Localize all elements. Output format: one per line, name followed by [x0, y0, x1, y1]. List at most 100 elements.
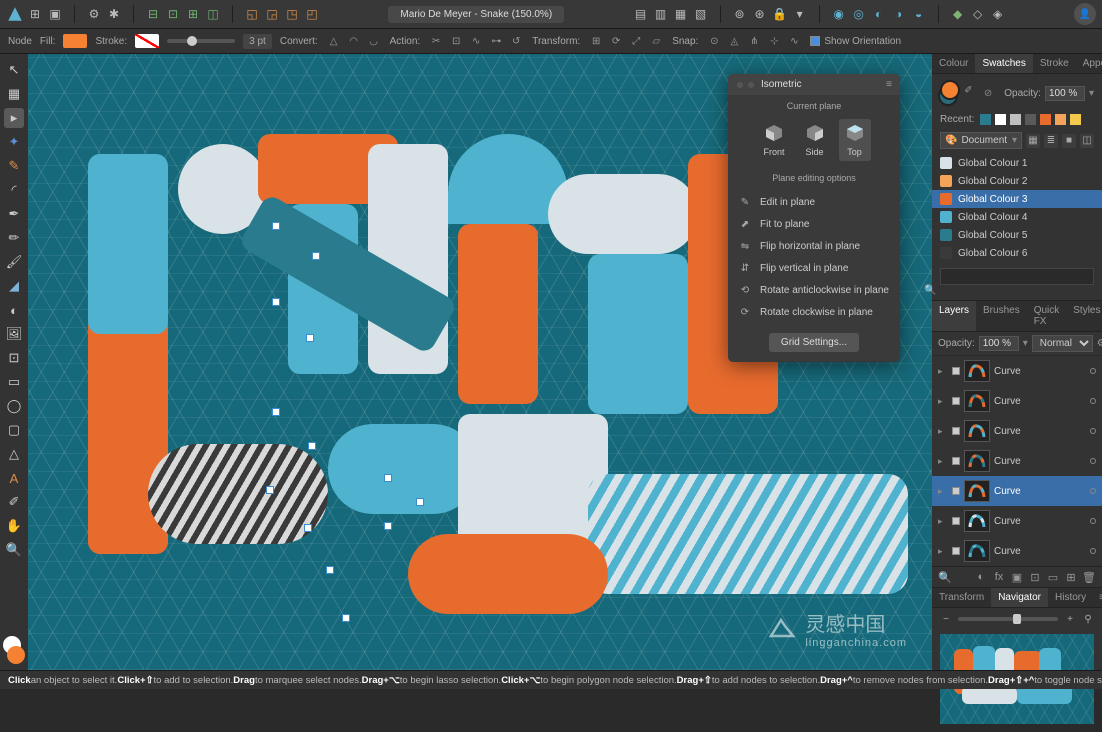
layer-tag-dot[interactable]	[1090, 548, 1096, 554]
bool-add-icon[interactable]: ◉	[830, 5, 848, 23]
mask-icon[interactable]: ▣	[1010, 570, 1024, 584]
snap-align-icon[interactable]: ⊹	[766, 33, 782, 49]
point-transform-tool-icon[interactable]: ✦	[4, 132, 24, 152]
transform-rotate-icon[interactable]: ⟳	[608, 33, 624, 49]
pen-tool-icon[interactable]: ✒	[4, 204, 24, 224]
place-image-tool-icon[interactable]: 🖼	[4, 324, 24, 344]
action-close-icon[interactable]: ⊡	[448, 33, 464, 49]
swatch-fg-bg[interactable]	[940, 80, 958, 106]
swatch-document-select[interactable]: 🎨 Document ▾	[940, 132, 1022, 149]
snap-opts-icon[interactable]: ⊛	[751, 5, 769, 23]
zoom-slider[interactable]	[958, 617, 1058, 621]
layer-opacity-input[interactable]	[979, 336, 1019, 351]
snap-toggle-icon[interactable]: ⊚	[731, 5, 749, 23]
layer-row[interactable]: ▸ Curve	[932, 446, 1102, 476]
layer-row[interactable]: ▸ Curve	[932, 536, 1102, 566]
pencil-tool-icon[interactable]: ✏	[4, 228, 24, 248]
stroke-width-slider[interactable]	[167, 39, 235, 43]
gear-small-icon[interactable]: ⚙	[1097, 338, 1102, 350]
plane-front-button[interactable]: Front	[757, 119, 790, 161]
action-smooth-icon[interactable]: ∿	[468, 33, 484, 49]
visibility-checkbox[interactable]	[952, 427, 960, 435]
tab-styles[interactable]: Styles	[1066, 301, 1102, 331]
align-right-icon[interactable]: ▦	[672, 5, 690, 23]
action-break-icon[interactable]: ✂	[428, 33, 444, 49]
swatch-view-list-icon[interactable]: ≣	[1044, 134, 1058, 148]
expand-icon[interactable]: ▸	[938, 516, 948, 527]
triangle-tool-icon[interactable]: △	[4, 444, 24, 464]
transform-skew-icon[interactable]: ▱	[648, 33, 664, 49]
layer-tag-dot[interactable]	[1090, 368, 1096, 374]
global-colour-row[interactable]: Global Colour 6	[932, 244, 1102, 262]
artboard-tool-icon[interactable]: ▦	[4, 84, 24, 104]
iso-fit-to-plane[interactable]: ⬈Fit to plane	[728, 213, 900, 235]
collapse-dot-icon[interactable]	[747, 81, 755, 89]
visibility-checkbox[interactable]	[952, 457, 960, 465]
insert-target-icon[interactable]: ◆	[949, 5, 967, 23]
align-h3-icon[interactable]: ⊞	[184, 5, 202, 23]
distribute-icon[interactable]: ▧	[692, 5, 710, 23]
rounded-rect-tool-icon[interactable]: ▢	[4, 420, 24, 440]
opacity-dropdown-icon[interactable]: ▾	[1089, 88, 1094, 99]
swatch-search-input[interactable]	[940, 268, 1094, 285]
convert-sharp-icon[interactable]: △	[326, 33, 342, 49]
tab-navigator[interactable]: Navigator	[991, 588, 1048, 607]
recent-swatch[interactable]	[1025, 114, 1036, 125]
align-left-icon[interactable]: ▤	[632, 5, 650, 23]
visibility-checkbox[interactable]	[952, 517, 960, 525]
iso-panel-menu-icon[interactable]: ≡	[886, 79, 892, 90]
zoom-options-icon[interactable]: ⚲	[1082, 613, 1094, 625]
layer-row[interactable]: ▸ Curve	[932, 356, 1102, 386]
swatch-add-icon[interactable]: ■	[1062, 134, 1076, 148]
show-orientation-checkbox[interactable]: Show Orientation	[810, 36, 901, 47]
bool-div-icon[interactable]: ◒	[910, 5, 928, 23]
prefs-icon[interactable]: ✱	[105, 5, 123, 23]
hand-tool-icon[interactable]: ✋	[4, 516, 24, 536]
visibility-checkbox[interactable]	[952, 487, 960, 495]
snap-handles-icon[interactable]: ⋔	[746, 33, 762, 49]
close-dot-icon[interactable]	[736, 81, 744, 89]
recent-swatch[interactable]	[1010, 114, 1021, 125]
zoom-in-icon[interactable]: +	[1064, 613, 1076, 625]
tab-history[interactable]: History	[1048, 588, 1093, 607]
visibility-checkbox[interactable]	[952, 367, 960, 375]
tab-appearance[interactable]: Appearance	[1076, 54, 1102, 73]
layer-search-icon[interactable]: 🔍	[938, 570, 952, 584]
convert-smooth-icon[interactable]: ◠	[346, 33, 362, 49]
blend-mode-select[interactable]: Normal	[1032, 335, 1093, 352]
none-swatch-icon[interactable]: ⊘	[984, 88, 992, 99]
expand-icon[interactable]: ▸	[938, 426, 948, 437]
tab-swatches[interactable]: Swatches	[975, 54, 1032, 73]
add-layer-icon[interactable]: ⊞	[1064, 570, 1078, 584]
iso-edit-in-plane[interactable]: ✎Edit in plane	[728, 191, 900, 213]
tab-transform[interactable]: Transform	[932, 588, 991, 607]
align-h4-icon[interactable]: ◫	[204, 5, 222, 23]
swatch-options-icon[interactable]: ◫	[1080, 134, 1094, 148]
recent-swatch[interactable]	[1055, 114, 1066, 125]
tab-colour[interactable]: Colour	[932, 54, 975, 73]
tab-stroke[interactable]: Stroke	[1033, 54, 1076, 73]
layer-row[interactable]: ▸ Curve	[932, 416, 1102, 446]
crop-layer-icon[interactable]: ⊡	[1028, 570, 1042, 584]
brush-tool-icon[interactable]: 🖌	[4, 252, 24, 272]
snap-curves-icon[interactable]: ∿	[786, 33, 802, 49]
fill-swatch[interactable]	[63, 34, 87, 48]
iso-rotate-cw[interactable]: ⟳Rotate clockwise in plane	[728, 301, 900, 323]
layer-row[interactable]: ▸ Curve	[932, 506, 1102, 536]
layer-tag-dot[interactable]	[1090, 458, 1096, 464]
insert-inside-icon[interactable]: ◇	[969, 5, 987, 23]
align-h2-icon[interactable]: ⊡	[164, 5, 182, 23]
layer-row[interactable]: ▸ Curve	[932, 476, 1102, 506]
action-reverse-icon[interactable]: ↺	[508, 33, 524, 49]
stroke-width-value[interactable]: 3 pt	[243, 34, 272, 49]
tab-brushes[interactable]: Brushes	[976, 301, 1027, 331]
iso-rotate-ccw[interactable]: ⟲Rotate anticlockwise in plane	[728, 279, 900, 301]
iso-flip-h[interactable]: ⇋Flip horizontal in plane	[728, 235, 900, 257]
order-backward-icon[interactable]: ◲	[263, 5, 281, 23]
fx-icon[interactable]: fx	[992, 570, 1006, 584]
eyedropper-tool-icon[interactable]: ✐	[4, 492, 24, 512]
convert-smart-icon[interactable]: ◡	[366, 33, 382, 49]
snap-node-icon[interactable]: ⊙	[706, 33, 722, 49]
persona-grid-icon[interactable]: ⊞	[26, 5, 44, 23]
recent-swatch[interactable]	[995, 114, 1006, 125]
